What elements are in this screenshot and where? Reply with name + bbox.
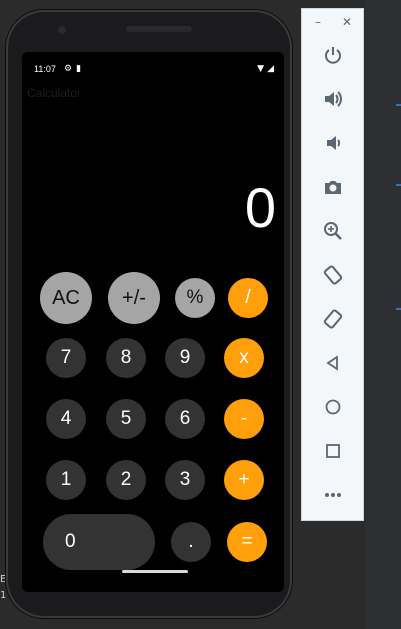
phone-screen: 11:07 ⚙ ▮ ▼ ◢ Calculator 0 AC +/- % / 7 … bbox=[22, 52, 284, 592]
digit-3-button[interactable]: 3 bbox=[165, 460, 205, 500]
ide-text-fragment: 1 bbox=[0, 590, 7, 601]
ide-marker bbox=[396, 308, 401, 310]
equals-button[interactable]: = bbox=[227, 522, 267, 562]
close-icon[interactable]: ✕ bbox=[342, 15, 352, 29]
power-icon[interactable] bbox=[321, 43, 345, 67]
home-icon[interactable] bbox=[321, 395, 345, 419]
minimize-icon[interactable]: – bbox=[315, 15, 321, 29]
digit-6-button[interactable]: 6 bbox=[165, 399, 205, 439]
digit-8-button[interactable]: 8 bbox=[106, 338, 146, 378]
wifi-icon: ▼ bbox=[257, 64, 265, 74]
digit-2-button[interactable]: 2 bbox=[106, 460, 146, 500]
back-icon[interactable] bbox=[321, 351, 345, 375]
calculator-display: 0 bbox=[244, 176, 276, 239]
digit-1-button[interactable]: 1 bbox=[46, 460, 86, 500]
digit-0-button[interactable]: 0 bbox=[43, 514, 155, 570]
gesture-home-bar[interactable] bbox=[122, 570, 188, 573]
status-time: 11:07 bbox=[34, 64, 56, 74]
zoom-icon[interactable] bbox=[321, 219, 345, 243]
rotate-left-icon[interactable] bbox=[321, 263, 345, 287]
earpiece-speaker bbox=[126, 26, 192, 32]
settings-status-icon: ⚙ bbox=[64, 64, 73, 74]
ide-marker bbox=[396, 104, 401, 106]
divide-button[interactable]: / bbox=[228, 278, 268, 318]
decimal-button[interactable]: . bbox=[171, 522, 211, 562]
volume-up-icon[interactable] bbox=[321, 87, 345, 111]
ide-background bbox=[365, 0, 401, 629]
status-bar: 11:07 ⚙ ▮ ▼ ◢ bbox=[32, 64, 274, 78]
ide-marker bbox=[396, 184, 401, 186]
percent-button[interactable]: % bbox=[175, 278, 215, 318]
sd-card-status-icon: ▮ bbox=[76, 64, 82, 74]
overview-icon[interactable] bbox=[321, 439, 345, 463]
rotate-right-icon[interactable] bbox=[321, 307, 345, 331]
digit-7-button[interactable]: 7 bbox=[46, 338, 86, 378]
signal-icon: ◢ bbox=[267, 64, 274, 74]
multiply-button[interactable]: x bbox=[224, 338, 264, 378]
more-icon[interactable] bbox=[321, 483, 345, 507]
volume-down-icon[interactable] bbox=[321, 131, 345, 155]
clear-button[interactable]: AC bbox=[40, 272, 92, 324]
digit-5-button[interactable]: 5 bbox=[106, 399, 146, 439]
app-title: Calculator bbox=[27, 86, 82, 100]
add-button[interactable]: + bbox=[224, 460, 264, 500]
digit-4-button[interactable]: 4 bbox=[46, 399, 86, 439]
digit-9-button[interactable]: 9 bbox=[165, 338, 205, 378]
front-camera bbox=[58, 26, 66, 34]
subtract-button[interactable]: - bbox=[224, 399, 264, 439]
toggle-sign-button[interactable]: +/- bbox=[108, 272, 160, 324]
camera-icon[interactable] bbox=[321, 175, 345, 199]
emulator-toolbar: – ✕ bbox=[301, 8, 364, 521]
phone-frame: 11:07 ⚙ ▮ ▼ ◢ Calculator 0 AC +/- % / 7 … bbox=[6, 10, 292, 618]
